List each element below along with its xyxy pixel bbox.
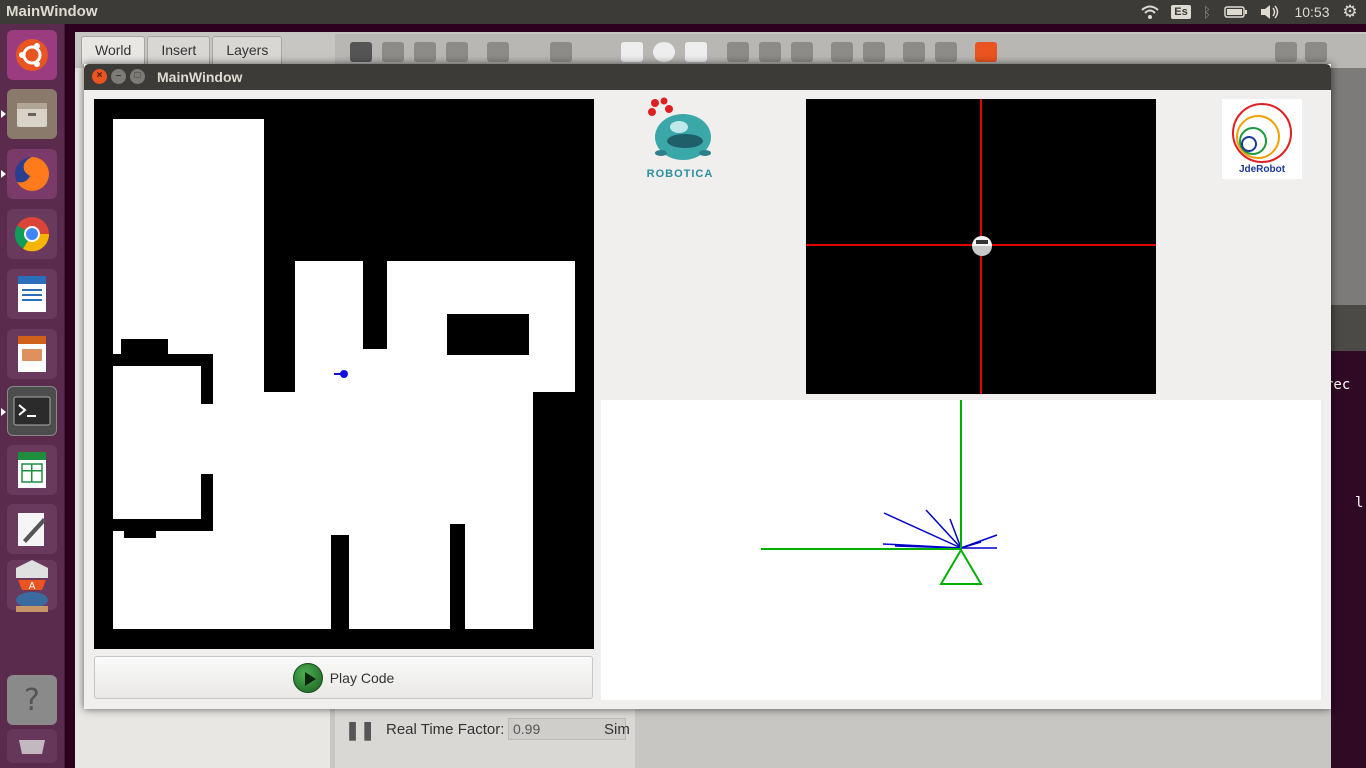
software-center-icon[interactable]: A (7, 560, 57, 612)
robotica-logo: ROBOTICA (639, 97, 721, 183)
maximize-icon[interactable]: □ (130, 69, 145, 84)
pause-icon[interactable]: ❚❚ (345, 720, 375, 741)
ubuntu-dash-icon[interactable] (7, 30, 57, 80)
trash-icon[interactable] (7, 729, 57, 763)
snap-icon[interactable] (935, 42, 957, 62)
active-app-title: MainWindow (6, 3, 98, 20)
calc-icon[interactable] (7, 445, 57, 495)
gazebo-tabs: World Insert Layers (81, 36, 283, 64)
copy-icon[interactable] (831, 42, 853, 62)
log-icon[interactable] (1305, 42, 1327, 62)
map-view (94, 99, 594, 649)
laser-canvas (601, 400, 1321, 700)
keyboard-layout-label: Es (1171, 5, 1191, 19)
gazebo-status-bar: ❚❚ Real Time Factor: 0.99 Sim (335, 708, 635, 768)
robotica-logo-text: ROBOTICA (646, 168, 714, 180)
tab-world[interactable]: World (81, 36, 146, 64)
camera-canvas (806, 99, 1156, 394)
close-icon[interactable]: × (92, 69, 107, 84)
terminal-window[interactable]: rec l (1325, 305, 1366, 768)
tab-layers[interactable]: Layers (212, 36, 283, 64)
wifi-icon[interactable] (1138, 0, 1162, 24)
settings-gear-icon[interactable]: ⚙ (1338, 0, 1362, 24)
spot-light-icon[interactable] (759, 42, 781, 62)
firefox-icon[interactable] (7, 149, 57, 199)
bluetooth-icon[interactable]: ᛒ (1198, 0, 1216, 24)
box-shape-icon[interactable] (621, 42, 643, 62)
map-canvas (94, 99, 594, 649)
main-window: × – □ MainWindow Play Code ROBOTICA JdeR… (84, 64, 1331, 709)
paste-icon[interactable] (863, 42, 885, 62)
rotate-tool-icon[interactable] (414, 42, 436, 62)
play-code-button[interactable]: Play Code (94, 656, 593, 699)
terminal-icon[interactable] (7, 386, 57, 436)
directional-light-icon[interactable] (791, 42, 813, 62)
view-angle-icon[interactable] (975, 42, 997, 62)
play-code-label: Play Code (329, 669, 395, 686)
select-tool-icon[interactable] (350, 42, 372, 62)
launcher: A ? (0, 24, 65, 768)
minimize-icon[interactable]: – (111, 69, 126, 84)
files-icon[interactable] (7, 89, 57, 139)
sphere-shape-icon[interactable] (653, 42, 675, 62)
point-light-icon[interactable] (727, 42, 749, 62)
tab-insert[interactable]: Insert (147, 36, 211, 64)
terminal-line: l (1355, 495, 1364, 511)
redo-icon[interactable] (550, 42, 572, 62)
align-icon[interactable] (903, 42, 925, 62)
cylinder-shape-icon[interactable] (685, 42, 707, 62)
real-time-factor-label: Real Time Factor: (386, 721, 505, 738)
translate-tool-icon[interactable] (382, 42, 404, 62)
camera-view (806, 99, 1156, 394)
keyboard-layout-indicator[interactable]: Es (1170, 0, 1192, 24)
screenshot-icon[interactable] (1275, 42, 1297, 62)
scale-tool-icon[interactable] (446, 42, 468, 62)
svg-text:A: A (29, 581, 36, 592)
help-icon[interactable]: ? (7, 675, 57, 725)
writer-icon[interactable] (7, 269, 57, 319)
jderobot-logo-text: JdeRobot (1238, 164, 1286, 175)
jderobot-logo: JdeRobot (1222, 99, 1302, 179)
volume-icon[interactable] (1258, 0, 1282, 24)
impress-icon[interactable] (7, 329, 57, 379)
play-icon (292, 662, 323, 693)
top-panel: MainWindow Es ᛒ 10:53 ⚙ (0, 0, 1366, 24)
battery-icon[interactable] (1222, 0, 1250, 24)
sim-time-label: Sim (604, 721, 630, 738)
laser-view (601, 400, 1321, 700)
text-editor-icon[interactable] (7, 504, 57, 554)
clock[interactable]: 10:53 (1290, 0, 1334, 24)
terminal-titlebar[interactable] (1331, 305, 1366, 351)
window-title: MainWindow (157, 69, 243, 85)
undo-icon[interactable] (487, 42, 509, 62)
chrome-icon[interactable] (7, 209, 57, 259)
robot-position-marker (340, 370, 348, 378)
window-titlebar[interactable]: × – □ MainWindow (84, 64, 1331, 90)
